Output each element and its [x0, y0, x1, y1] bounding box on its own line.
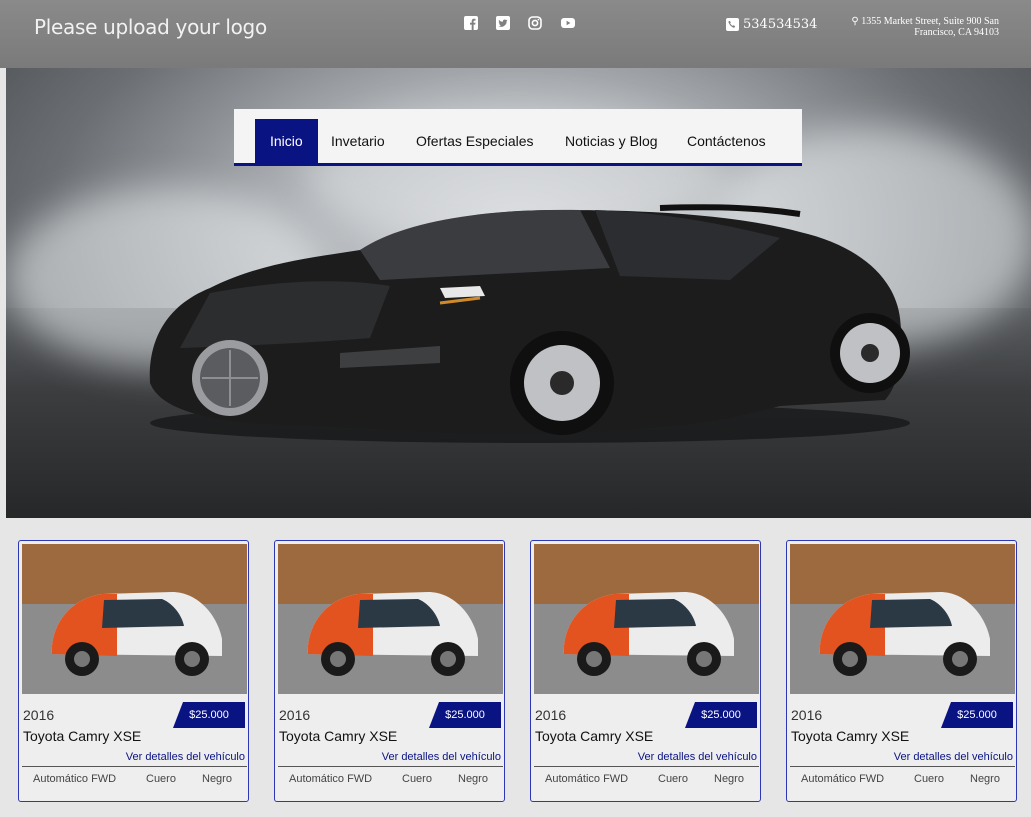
vehicle-year: 2016: [23, 707, 55, 723]
view-details-link[interactable]: Ver detalles del vehículo: [382, 751, 501, 763]
spec-transmission: Automático FWD: [289, 773, 373, 785]
price-tag: $25.000: [685, 702, 757, 728]
vehicle-photo[interactable]: [278, 544, 503, 694]
view-details-link[interactable]: Ver detalles del vehículo: [638, 751, 757, 763]
address-line-1: 1355 Market Street, Suite 900 San: [861, 16, 999, 27]
youtube-icon[interactable]: [560, 16, 576, 30]
logo-placeholder[interactable]: Please upload your logo: [34, 15, 267, 39]
spec-interior: Cuero: [402, 773, 432, 785]
vehicle-year: 2016: [791, 707, 823, 723]
nav-noticias-blog[interactable]: Noticias y Blog: [550, 119, 673, 164]
twitter-icon[interactable]: [496, 16, 510, 30]
vehicle-model: Toyota Camry XSE: [791, 728, 910, 744]
nav-ofertas-especiales[interactable]: Ofertas Especiales: [401, 119, 549, 164]
spec-transmission: Automático FWD: [801, 773, 885, 785]
phone-icon: [726, 18, 739, 31]
vehicle-model: Toyota Camry XSE: [23, 728, 142, 744]
map-marker-icon: ⚲: [851, 16, 859, 27]
spec-color: Negro: [202, 773, 232, 785]
vehicle-photo[interactable]: [22, 544, 247, 694]
vehicle-photo[interactable]: [534, 544, 759, 694]
phone-number: 534534534: [743, 17, 818, 32]
spec-color: Negro: [714, 773, 744, 785]
vehicle-card[interactable]: $25.000 2016 Toyota Camry XSE Ver detall…: [530, 540, 761, 802]
price-tag: $25.000: [429, 702, 501, 728]
spec-interior: Cuero: [658, 773, 688, 785]
spec-interior: Cuero: [146, 773, 176, 785]
vehicle-model: Toyota Camry XSE: [535, 728, 654, 744]
view-details-link[interactable]: Ver detalles del vehículo: [894, 751, 1013, 763]
price-tag: $25.000: [173, 702, 245, 728]
hero-sports-car: [149, 204, 910, 443]
spec-color: Negro: [458, 773, 488, 785]
price-tag: $25.000: [941, 702, 1013, 728]
card-divider: [278, 766, 503, 767]
vehicle-year: 2016: [279, 707, 311, 723]
spec-color: Negro: [970, 773, 1000, 785]
address: ⚲ 1355 Market Street, Suite 900 San Fran…: [828, 16, 999, 38]
spec-transmission: Automático FWD: [545, 773, 629, 785]
vehicle-card[interactable]: $25.000 2016 Toyota Camry XSE Ver detall…: [786, 540, 1017, 802]
vehicle-photo[interactable]: [790, 544, 1015, 694]
spec-interior: Cuero: [914, 773, 944, 785]
vehicle-card[interactable]: $25.000 2016 Toyota Camry XSE Ver detall…: [274, 540, 505, 802]
card-divider: [790, 766, 1015, 767]
main-nav: Inicio Invetario Ofertas Especiales Noti…: [234, 109, 802, 166]
top-header: Please upload your logo 534534534 ⚲ 1355…: [0, 0, 1031, 68]
instagram-icon[interactable]: [528, 16, 542, 30]
nav-inicio[interactable]: Inicio: [255, 119, 318, 164]
address-line-2: Francisco, CA 94103: [914, 27, 999, 38]
vehicle-model: Toyota Camry XSE: [279, 728, 398, 744]
nav-inventario[interactable]: Invetario: [316, 119, 400, 164]
view-details-link[interactable]: Ver detalles del vehículo: [126, 751, 245, 763]
vehicle-year: 2016: [535, 707, 567, 723]
card-divider: [22, 766, 247, 767]
facebook-icon[interactable]: [464, 16, 478, 30]
spec-transmission: Automático FWD: [33, 773, 117, 785]
phone-contact[interactable]: 534534534: [726, 17, 817, 32]
card-divider: [534, 766, 759, 767]
social-links: [464, 16, 576, 30]
vehicle-card[interactable]: $25.000 2016 Toyota Camry XSE Ver detall…: [18, 540, 249, 802]
nav-contactenos[interactable]: Contáctenos: [672, 119, 781, 164]
